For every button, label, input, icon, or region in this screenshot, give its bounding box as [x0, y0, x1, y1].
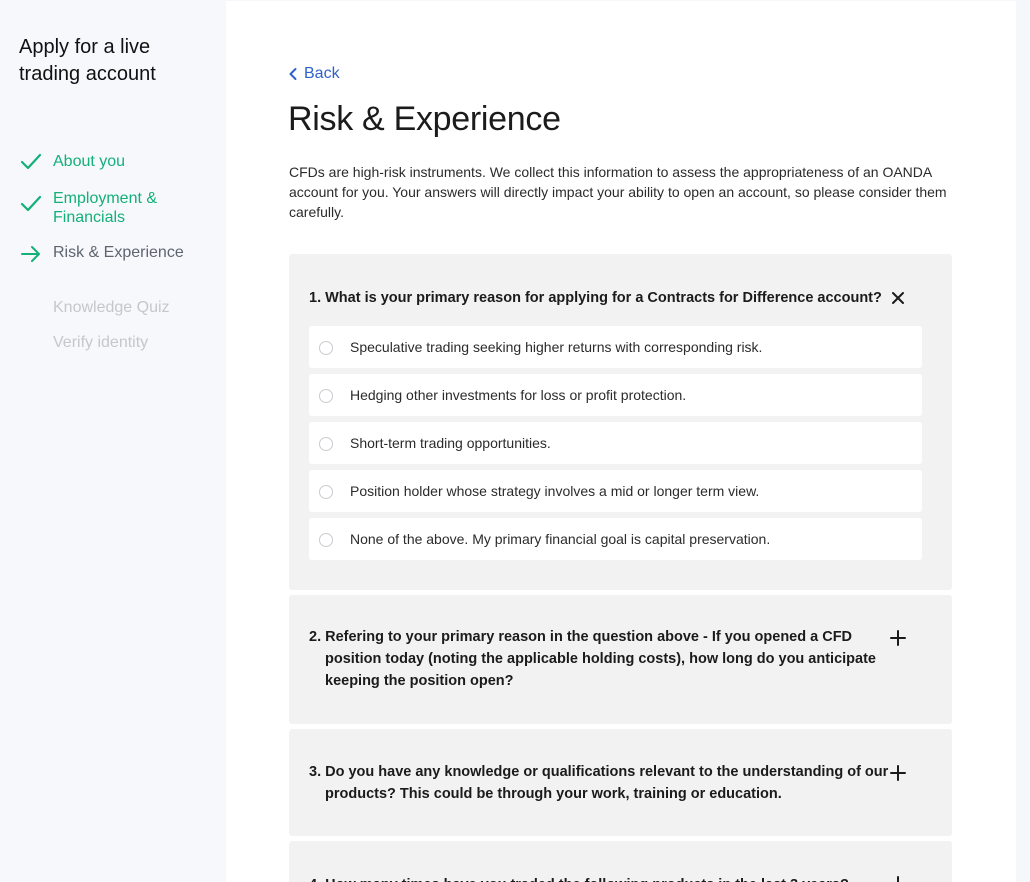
question-text[interactable]: 4. How many times have you traded the fo…: [309, 874, 889, 882]
question-text[interactable]: 3. Do you have any knowledge or qualific…: [309, 761, 889, 805]
radio-button[interactable]: [319, 389, 333, 403]
main-content: Back Risk & Experience CFDs are high-ris…: [226, 1, 1016, 882]
answer-option[interactable]: Speculative trading seeking higher retur…: [309, 326, 922, 368]
answer-options: Speculative trading seeking higher retur…: [309, 326, 922, 566]
question-text[interactable]: 1. What is your primary reason for apply…: [309, 287, 889, 309]
radio-button[interactable]: [319, 485, 333, 499]
check-icon: [20, 195, 42, 212]
intro-text: CFDs are high-risk instruments. We colle…: [289, 164, 947, 220]
question-text[interactable]: 2. Refering to your primary reason in th…: [309, 626, 889, 692]
close-icon[interactable]: [889, 289, 907, 307]
question-1: 1. What is your primary reason for apply…: [289, 254, 952, 590]
question-3[interactable]: 3. Do you have any knowledge or qualific…: [289, 729, 952, 836]
step-label: Employment & Financials: [53, 190, 158, 226]
option-label: None of the above. My primary financial …: [350, 531, 771, 547]
option-label: Speculative trading seeking higher retur…: [350, 339, 763, 355]
arrow-right-icon: [21, 246, 40, 262]
option-label: Position holder whose strategy involves …: [350, 483, 760, 499]
step-about-you[interactable]: About you: [20, 152, 190, 171]
chevron-left-icon: [289, 68, 297, 80]
sidebar: Apply for a live trading account About y…: [0, 0, 226, 882]
step-risk-experience[interactable]: Risk & Experience: [20, 243, 190, 262]
answer-option[interactable]: None of the above. My primary financial …: [309, 518, 922, 560]
plus-icon[interactable]: [889, 764, 907, 782]
answer-option[interactable]: Position holder whose strategy involves …: [309, 470, 922, 512]
option-label: Hedging other investments for loss or pr…: [350, 387, 687, 403]
question-2[interactable]: 2. Refering to your primary reason in th…: [289, 595, 952, 724]
back-link[interactable]: Back: [288, 65, 340, 83]
plus-icon[interactable]: [889, 629, 907, 647]
option-label: Short-term trading opportunities.: [350, 435, 551, 451]
step-label: Verify identity: [53, 334, 149, 351]
answer-option[interactable]: Hedging other investments for loss or pr…: [309, 374, 922, 416]
page-title: Risk & Experience: [288, 100, 561, 138]
check-icon: [20, 153, 42, 170]
step-label: Risk & Experience: [53, 244, 184, 261]
radio-button[interactable]: [319, 533, 333, 547]
radio-button[interactable]: [319, 341, 333, 355]
step-employment-financials[interactable]: Employment & Financials: [20, 189, 190, 227]
step-label: About you: [53, 153, 126, 170]
answer-option[interactable]: Short-term trading opportunities.: [309, 422, 922, 464]
plus-icon[interactable]: [889, 875, 907, 882]
step-label: Knowledge Quiz: [53, 299, 170, 316]
step-verify-identity: Verify identity: [20, 333, 190, 352]
step-knowledge-quiz: Knowledge Quiz: [20, 298, 190, 317]
question-4[interactable]: 4. How many times have you traded the fo…: [289, 841, 952, 882]
back-label: Back: [304, 65, 340, 82]
radio-button[interactable]: [319, 437, 333, 451]
sidebar-title: Apply for a live trading account: [19, 36, 156, 85]
